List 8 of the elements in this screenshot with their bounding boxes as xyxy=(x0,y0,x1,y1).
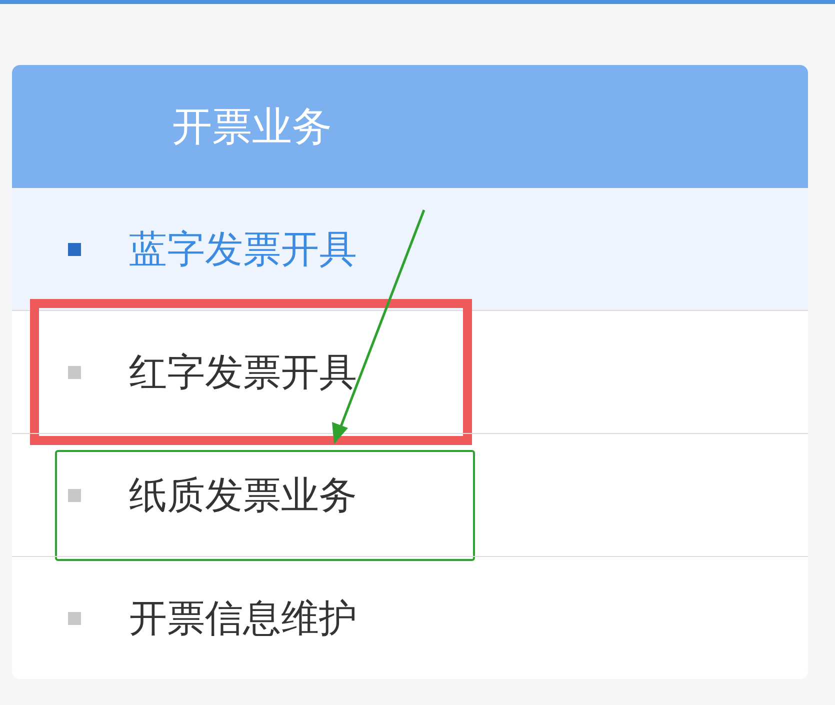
menu-item[interactable]: 纸质发票业务 xyxy=(12,434,808,556)
menu-item[interactable]: 开票信息维护 xyxy=(12,557,808,679)
bullet-icon xyxy=(68,242,81,256)
menu-item[interactable]: 红字发票开具 xyxy=(12,311,808,433)
bullet-icon xyxy=(68,612,81,624)
bullet-icon xyxy=(68,488,81,502)
menu-title: 开票业务 xyxy=(172,103,332,152)
bullet-icon xyxy=(68,366,81,378)
